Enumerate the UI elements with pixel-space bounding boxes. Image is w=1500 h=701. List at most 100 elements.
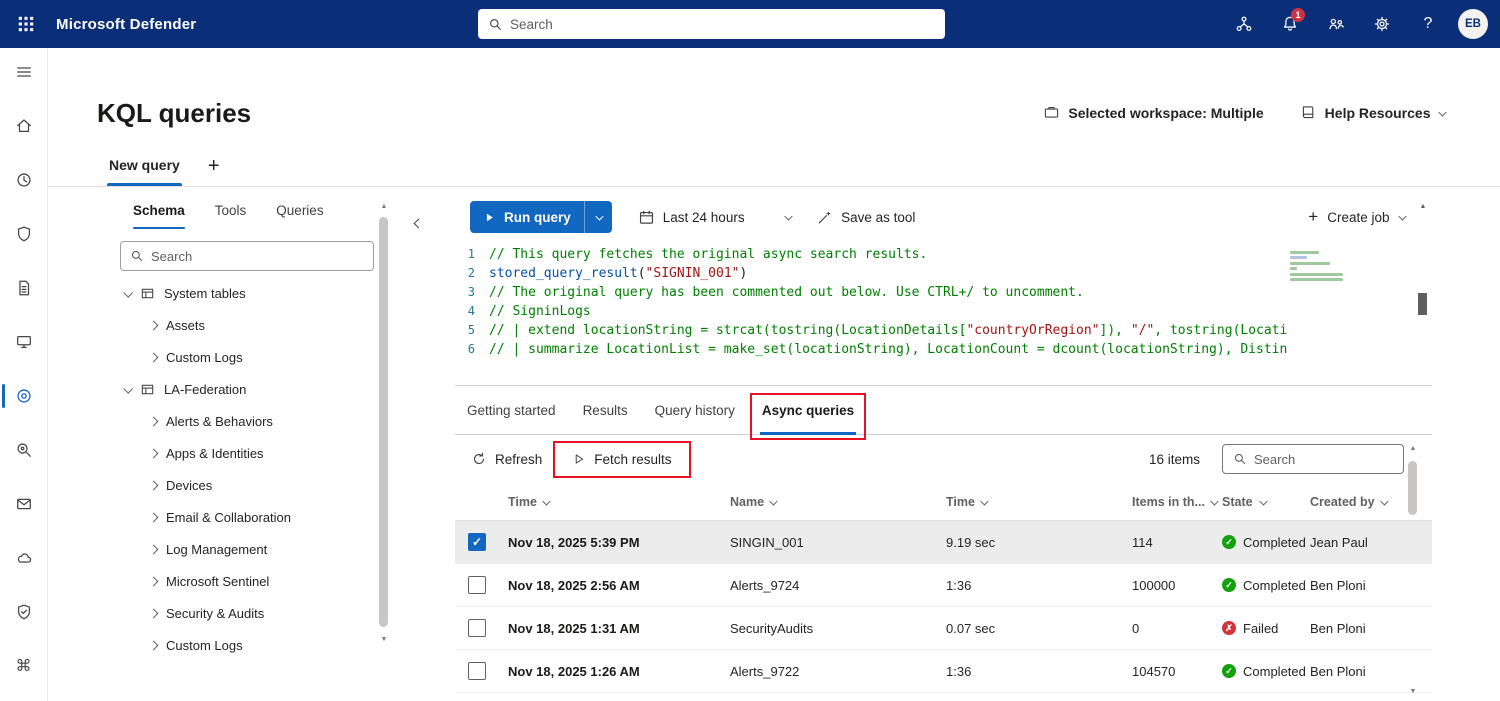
results-tab-async-queries[interactable]: Async queries [749, 386, 867, 440]
workspace-selector[interactable]: Selected workspace: Multiple [1043, 104, 1264, 121]
table-row[interactable]: Nov 18, 2025 1:31 AM SecurityAudits 0.07 s… [455, 607, 1432, 650]
create-job-button[interactable]: + Create job [1308, 208, 1406, 225]
editor-scrollbar[interactable]: ▲ [1416, 203, 1430, 373]
tree-item-devices[interactable]: Devices [97, 469, 397, 501]
status-label: Completed [1243, 663, 1306, 679]
scroll-thumb[interactable] [1408, 461, 1417, 515]
code-text: stored_query_result("SIGNIN_001") [489, 266, 748, 281]
avatar[interactable]: EB [1458, 9, 1488, 39]
column-header-time[interactable]: Time [946, 495, 1132, 509]
notification-badge: 1 [1291, 8, 1305, 22]
column-header-name[interactable]: Name [730, 495, 946, 509]
column-header-time[interactable]: Time [508, 495, 730, 509]
home-icon[interactable] [0, 116, 48, 136]
line-number: 1 [467, 247, 475, 261]
code-line[interactable]: 1 // This query fetches the original asyn… [455, 245, 1432, 264]
schema-tab-tools[interactable]: Tools [215, 203, 247, 229]
results-tab-getting-started[interactable]: Getting started [467, 386, 556, 434]
scroll-thumb[interactable] [379, 217, 388, 627]
table-row[interactable]: Nov 18, 2025 1:26 AM Alerts_9722 1:36 10457… [455, 650, 1432, 693]
schema-tab-queries[interactable]: Queries [276, 203, 323, 229]
app-launcher-icon[interactable] [4, 0, 48, 48]
run-query-main[interactable]: Run query [470, 201, 585, 233]
table-header: Time Name Time Items in th... State Created b… [455, 483, 1432, 521]
table-row[interactable]: Nov 18, 2025 2:56 AM Alerts_9724 1:36 10000… [455, 564, 1432, 607]
row-checkbox[interactable] [468, 533, 486, 551]
row-checkbox[interactable] [468, 619, 486, 637]
collapse-panel-button[interactable] [406, 211, 430, 235]
refresh-button[interactable]: Refresh [461, 444, 552, 474]
cell-items-count: 104570 [1132, 663, 1176, 679]
help-resources[interactable]: Help Resources [1300, 104, 1446, 121]
fetch-results-button[interactable]: Fetch results [553, 440, 691, 478]
scroll-thumb[interactable] [1418, 293, 1427, 315]
tree-item-assets[interactable]: Assets [97, 309, 397, 341]
schema-scrollbar[interactable]: ▲ ▼ [379, 203, 389, 643]
tree-item-microsoft-sentinel[interactable]: Microsoft Sentinel [97, 565, 397, 597]
schema-tab-schema[interactable]: Schema [133, 203, 185, 229]
results-search[interactable] [1222, 444, 1404, 474]
devices-icon[interactable] [0, 332, 48, 352]
history-icon[interactable] [0, 170, 48, 190]
partner-catalog-icon[interactable]: ⌘ [0, 656, 48, 676]
column-header-state[interactable]: State [1222, 495, 1310, 509]
scroll-down-icon[interactable]: ▼ [379, 636, 389, 643]
tree-item-system-tables[interactable]: System tables [97, 277, 397, 309]
scroll-up-icon[interactable]: ▲ [1416, 203, 1430, 210]
time-range-dropdown[interactable]: Last 24 hours [638, 209, 792, 226]
notifications-icon[interactable]: 1 [1270, 4, 1310, 44]
row-checkbox[interactable] [468, 662, 486, 680]
run-query-button[interactable]: Run query [470, 201, 612, 233]
row-checkbox[interactable] [468, 576, 486, 594]
table-scrollbar[interactable]: ▲ ▼ [1408, 445, 1418, 695]
tree-item-log-management[interactable]: Log Management [97, 533, 397, 565]
status-failed-icon: ✗ [1222, 621, 1236, 635]
results-tab-query-history[interactable]: Query history [655, 386, 735, 434]
scroll-up-icon[interactable]: ▲ [1408, 445, 1418, 452]
security-shield-icon[interactable] [0, 224, 48, 244]
nav-menu-icon[interactable] [0, 62, 48, 82]
tree-item-custom-logs[interactable]: Custom Logs [97, 341, 397, 373]
tree-item-alerts-behaviors[interactable]: Alerts & Behaviors [97, 405, 397, 437]
code-line[interactable]: 5 // | extend locationString = strcat(tos… [455, 321, 1432, 340]
results-tab-results[interactable]: Results [583, 386, 628, 434]
code-line[interactable]: 6 // | summarize LocationList = make_set(… [455, 340, 1432, 359]
cloud-icon[interactable] [0, 548, 48, 568]
column-header-items-in-th[interactable]: Items in th... [1132, 495, 1222, 509]
tree-item-security-audits[interactable]: Security & Audits [97, 597, 397, 629]
hunting-icon[interactable] [0, 440, 48, 460]
code-line[interactable]: 4 // SigninLogs [455, 302, 1432, 321]
email-icon[interactable] [0, 494, 48, 514]
help-icon[interactable]: ? [1408, 4, 1448, 44]
schema-search[interactable] [120, 241, 374, 271]
schema-search-input[interactable] [151, 248, 364, 264]
tree-item-la-federation[interactable]: LA-Federation [97, 373, 397, 405]
feedback-icon[interactable] [1316, 4, 1356, 44]
compliance-shield-icon[interactable] [0, 602, 48, 622]
results-search-input[interactable] [1254, 451, 1393, 467]
cell-state: ✓ Completed [1222, 578, 1310, 593]
row-checkbox-cell [455, 576, 508, 594]
tree-item-custom-logs[interactable]: Custom Logs [97, 629, 397, 661]
report-icon[interactable] [0, 278, 48, 298]
code-line[interactable]: 2 stored_query_result("SIGNIN_001") [455, 264, 1432, 283]
global-search[interactable] [478, 9, 945, 39]
settings-icon[interactable] [1362, 4, 1402, 44]
scroll-up-icon[interactable]: ▲ [379, 203, 389, 210]
global-search-input[interactable] [510, 16, 935, 32]
add-query-tab-button[interactable]: + [208, 156, 220, 186]
tab-new-query[interactable]: New query [107, 157, 182, 186]
code-line[interactable]: 3 // The original query has been commente… [455, 283, 1432, 302]
table-row[interactable]: Nov 18, 2025 5:39 PM SINGIN_001 9.19 sec 11… [455, 521, 1432, 564]
code-text: // | summarize LocationList = make_set(l… [489, 342, 1288, 357]
code-editor[interactable]: 1 // This query fetches the original asyn… [455, 245, 1432, 385]
scroll-down-icon[interactable]: ▼ [1408, 688, 1418, 695]
tree-item-apps-identities[interactable]: Apps & Identities [97, 437, 397, 469]
save-as-tool-button[interactable]: Save as tool [816, 209, 915, 226]
row-checkbox-cell [455, 533, 508, 551]
exposure-management-icon[interactable] [0, 384, 48, 408]
community-icon[interactable] [1224, 4, 1264, 44]
minimap[interactable] [1290, 248, 1402, 284]
tree-item-email-collaboration[interactable]: Email & Collaboration [97, 501, 397, 533]
run-query-dropdown[interactable] [585, 201, 612, 233]
